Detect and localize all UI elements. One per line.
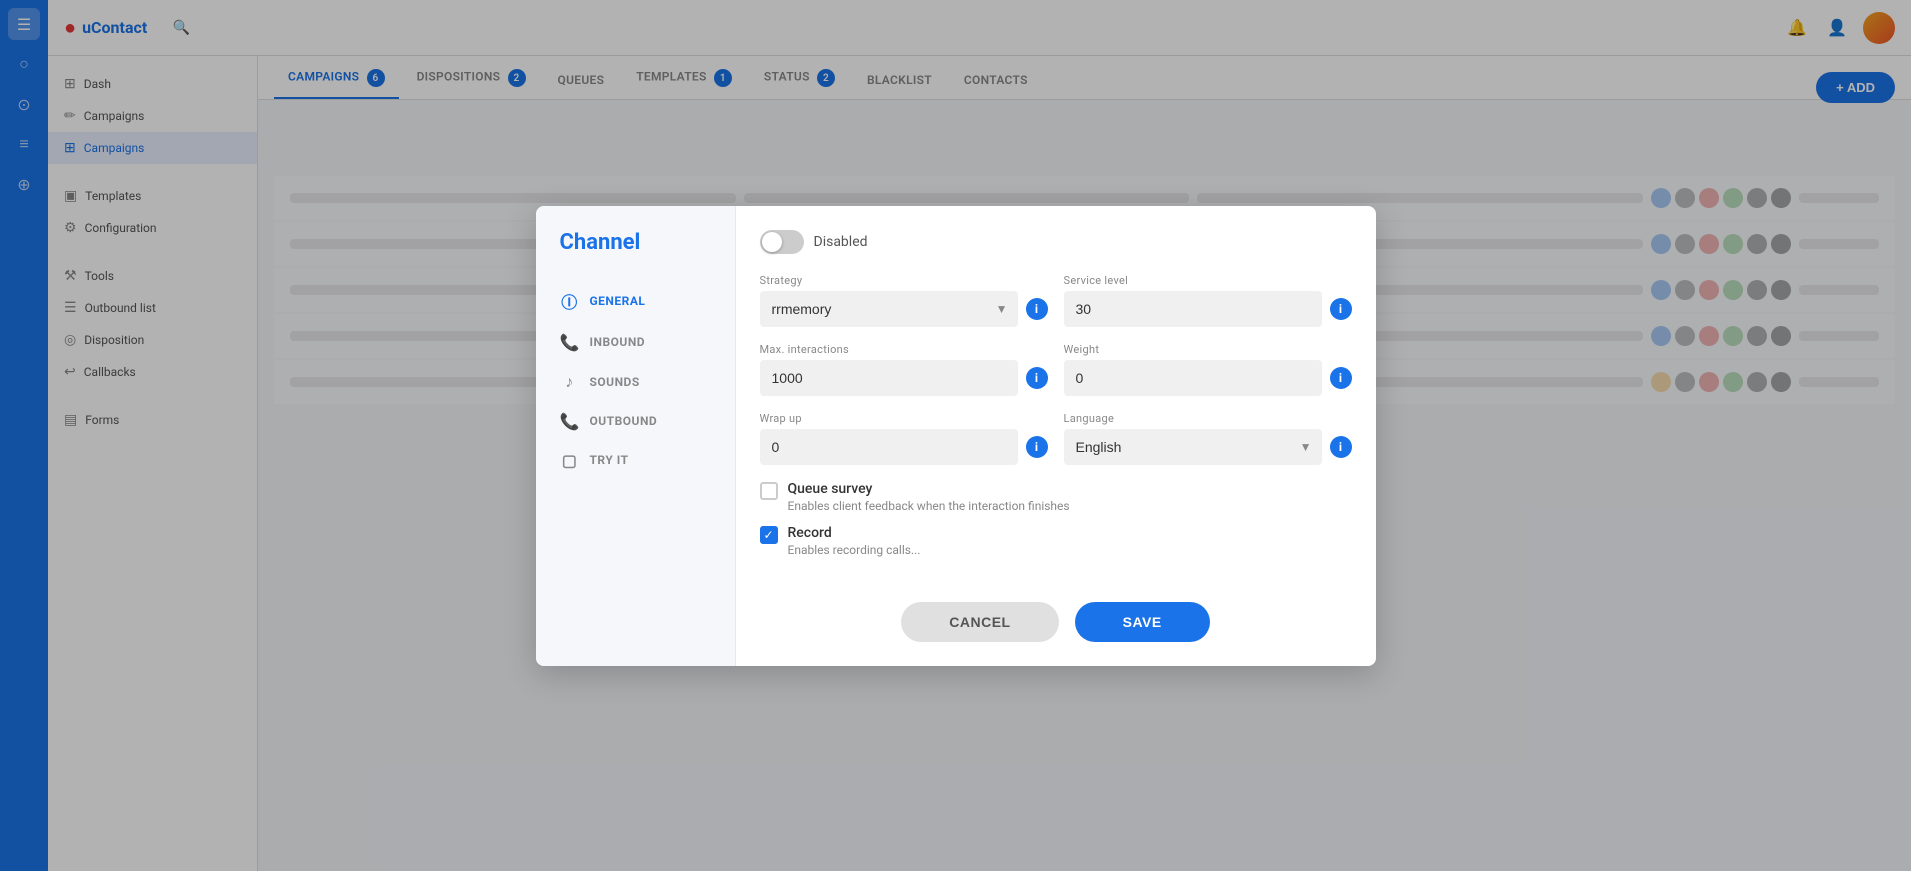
- general-icon: ⓘ: [560, 289, 580, 313]
- max-interactions-input-row: i: [760, 360, 1048, 396]
- service-level-info-icon[interactable]: i: [1330, 298, 1352, 320]
- strategy-label: Strategy: [760, 274, 1048, 287]
- tryit-icon: ▢: [560, 451, 580, 470]
- wrap-up-field: Wrap up i: [760, 412, 1048, 465]
- modal-nav-sounds-label: SOUNDS: [590, 375, 640, 389]
- modal-overlay[interactable]: Channel ⓘ GENERAL 📞 INBOUND ♪ SOUNDS 📞 O…: [0, 0, 1911, 871]
- language-input-row: English Spanish French ▼ i: [1064, 429, 1352, 465]
- weight-label: Weight: [1064, 343, 1352, 356]
- queue-survey-description: Enables client feedback when the interac…: [788, 499, 1070, 513]
- strategy-field: Strategy rrmemory ringall leastrecent ▼ …: [760, 274, 1048, 327]
- sounds-icon: ♪: [560, 372, 580, 392]
- inbound-icon: 📞: [560, 333, 580, 352]
- form-grid-row2: Max. interactions i Weight i: [760, 343, 1352, 396]
- modal-nav-general[interactable]: ⓘ GENERAL: [560, 279, 735, 323]
- modal-nav-inbound-label: INBOUND: [590, 335, 646, 349]
- wrap-up-input[interactable]: [760, 429, 1018, 465]
- record-row: ✓ Record Enables recording calls...: [760, 525, 1352, 557]
- language-select[interactable]: English Spanish French: [1064, 429, 1322, 465]
- outbound-nav-icon: 📞: [560, 412, 580, 431]
- record-label: Record: [788, 525, 921, 541]
- wrap-up-label: Wrap up: [760, 412, 1048, 425]
- strategy-select-wrapper: rrmemory ringall leastrecent ▼: [760, 291, 1018, 327]
- strategy-select[interactable]: rrmemory ringall leastrecent: [760, 291, 1018, 327]
- language-field: Language English Spanish French ▼ i: [1064, 412, 1352, 465]
- weight-field: Weight i: [1064, 343, 1352, 396]
- service-level-field: Service level i: [1064, 274, 1352, 327]
- queue-survey-content: Queue survey Enables client feedback whe…: [788, 481, 1070, 513]
- language-label: Language: [1064, 412, 1352, 425]
- modal-nav-sounds[interactable]: ♪ SOUNDS: [560, 362, 735, 402]
- form-grid-row3: Wrap up i Language English Spanish Fr: [760, 412, 1352, 465]
- modal-nav-outbound-label: OUTBOUND: [590, 414, 658, 428]
- max-interactions-input[interactable]: [760, 360, 1018, 396]
- record-description: Enables recording calls...: [788, 543, 921, 557]
- enabled-toggle[interactable]: [760, 230, 804, 254]
- modal-nav-inbound[interactable]: 📞 INBOUND: [560, 323, 735, 362]
- record-checkbox[interactable]: ✓: [760, 526, 778, 544]
- toggle-label: Disabled: [814, 234, 868, 250]
- service-level-label: Service level: [1064, 274, 1352, 287]
- max-interactions-label: Max. interactions: [760, 343, 1048, 356]
- modal-title: Channel: [560, 230, 735, 255]
- strategy-info-icon[interactable]: i: [1026, 298, 1048, 320]
- modal-nav-tryit-label: TRY IT: [590, 453, 629, 467]
- queue-survey-checkbox[interactable]: [760, 482, 778, 500]
- channel-modal: Channel ⓘ GENERAL 📞 INBOUND ♪ SOUNDS 📞 O…: [536, 206, 1376, 666]
- service-level-input[interactable]: [1064, 291, 1322, 327]
- modal-nav-general-label: GENERAL: [590, 294, 646, 308]
- max-interactions-field: Max. interactions i: [760, 343, 1048, 396]
- toggle-row: Disabled: [760, 230, 1352, 254]
- language-info-icon[interactable]: i: [1330, 436, 1352, 458]
- modal-sidebar: Channel ⓘ GENERAL 📞 INBOUND ♪ SOUNDS 📞 O…: [536, 206, 736, 666]
- modal-main-content: Disabled Strategy rrmemory ringall least…: [736, 206, 1376, 666]
- language-select-wrapper: English Spanish French ▼: [1064, 429, 1322, 465]
- weight-input-row: i: [1064, 360, 1352, 396]
- weight-input[interactable]: [1064, 360, 1322, 396]
- weight-info-icon[interactable]: i: [1330, 367, 1352, 389]
- wrap-up-input-row: i: [760, 429, 1048, 465]
- form-grid-row1: Strategy rrmemory ringall leastrecent ▼ …: [760, 274, 1352, 327]
- queue-survey-row: Queue survey Enables client feedback whe…: [760, 481, 1352, 513]
- modal-nav-outbound[interactable]: 📞 OUTBOUND: [560, 402, 735, 441]
- save-button[interactable]: SAVE: [1075, 602, 1210, 642]
- cancel-button[interactable]: CANCEL: [901, 602, 1058, 642]
- queue-survey-label: Queue survey: [788, 481, 1070, 497]
- max-interactions-info-icon[interactable]: i: [1026, 367, 1048, 389]
- strategy-input-row: rrmemory ringall leastrecent ▼ i: [760, 291, 1048, 327]
- record-content: Record Enables recording calls...: [788, 525, 921, 557]
- service-level-input-row: i: [1064, 291, 1352, 327]
- wrap-up-info-icon[interactable]: i: [1026, 436, 1048, 458]
- modal-footer: CANCEL SAVE: [760, 586, 1352, 666]
- modal-nav-tryit[interactable]: ▢ TRY IT: [560, 441, 735, 480]
